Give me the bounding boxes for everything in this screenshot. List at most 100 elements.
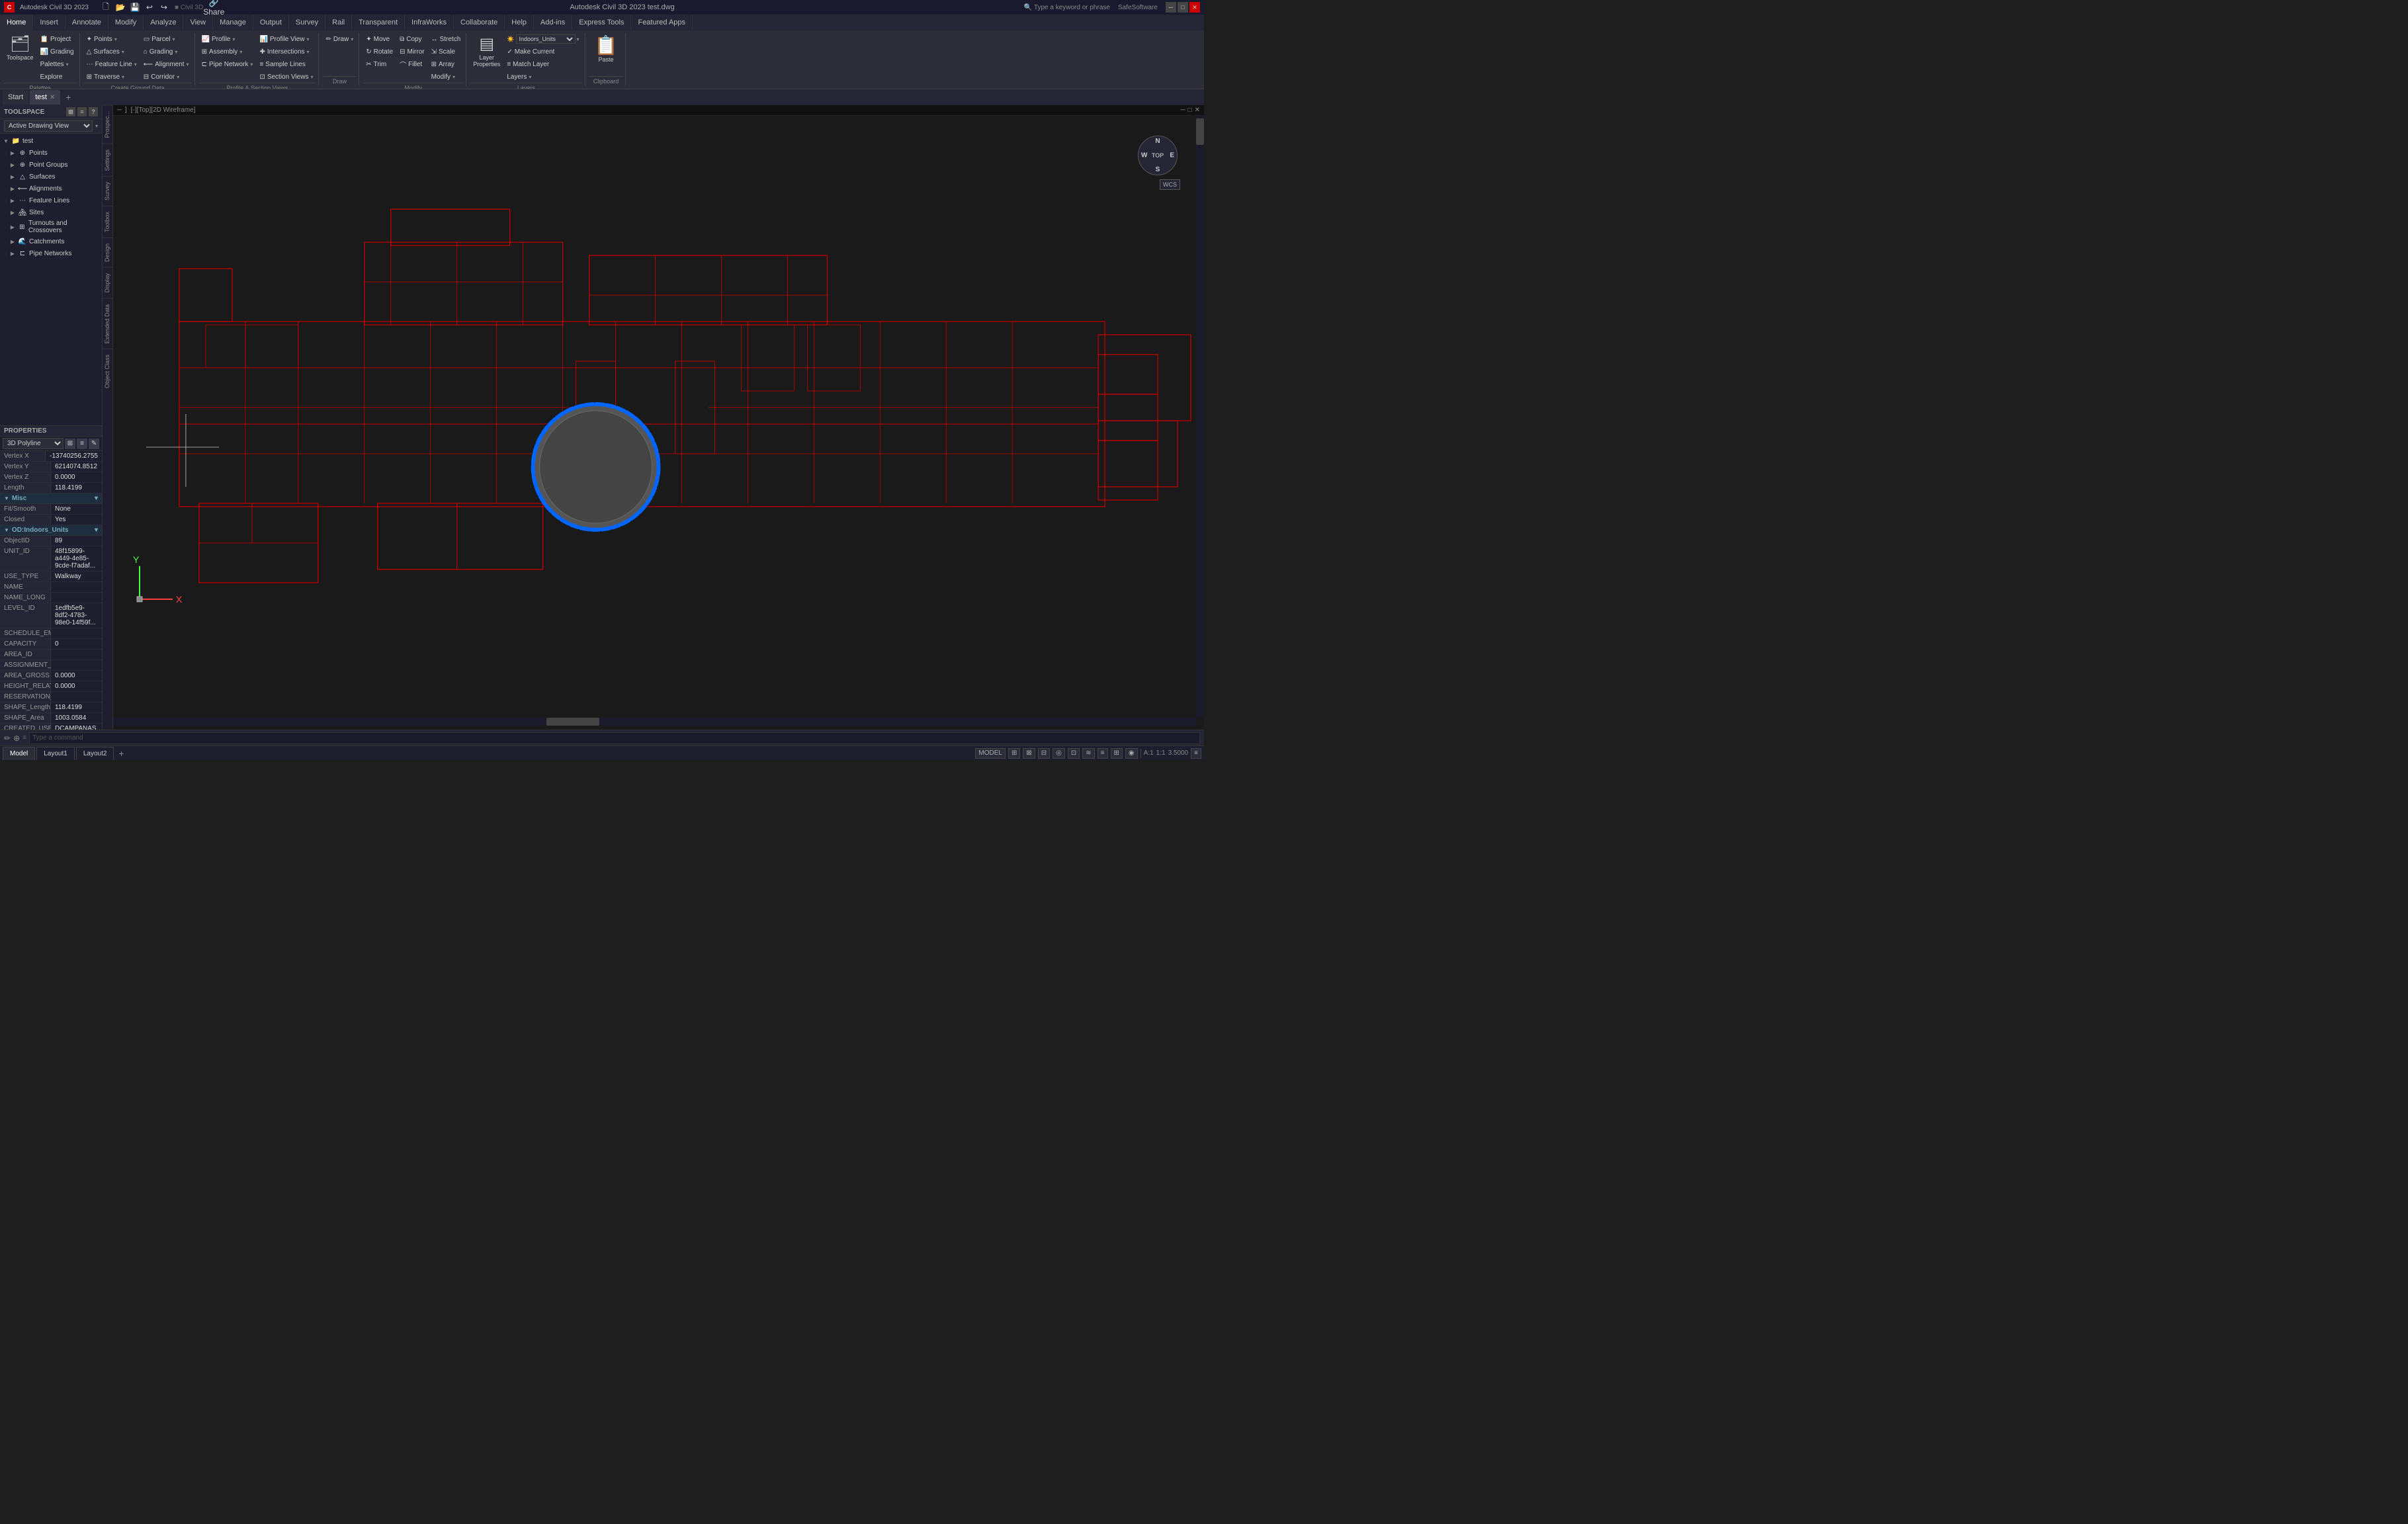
side-tab-survey[interactable]: Survey xyxy=(103,176,112,206)
viewport-scrollbar-h[interactable] xyxy=(113,718,1196,726)
tree-item-alignments[interactable]: ▶ ⟵ Alignments xyxy=(0,183,102,194)
prop-icon-btn3[interactable]: ✎ xyxy=(89,439,99,449)
od-expand-icon[interactable]: ▼ xyxy=(4,527,9,533)
tree-item-feature-lines[interactable]: ▶ ⋯ Feature Lines xyxy=(0,194,102,206)
close-btn[interactable]: ✕ xyxy=(1189,2,1200,13)
feature-lines-expand[interactable]: ▶ xyxy=(9,197,16,204)
corridor-btn[interactable]: ⊟ Corridor ▾ xyxy=(141,71,192,83)
feature-line-btn[interactable]: ⋯ Feature Line ▾ xyxy=(84,58,140,70)
doc-tab-start[interactable]: Start xyxy=(3,90,28,105)
alignments-expand[interactable]: ▶ xyxy=(9,185,16,192)
model-tab-layout1[interactable]: Layout1 xyxy=(36,747,75,760)
rotate-btn[interactable]: ↻ Rotate xyxy=(363,46,396,58)
side-tab-design[interactable]: Design xyxy=(103,237,112,267)
tab-transparent[interactable]: Transparent xyxy=(352,15,405,30)
copy-btn[interactable]: ⧉ Copy xyxy=(397,33,427,45)
surfaces-expand[interactable]: ▶ xyxy=(9,173,16,180)
undo-btn[interactable]: ↩ xyxy=(143,1,156,14)
prop-icon-btn2[interactable]: ≡ xyxy=(77,439,87,449)
new-btn[interactable]: 🗋 xyxy=(99,1,112,14)
status-isnap-btn[interactable]: ⊡ xyxy=(1068,748,1080,759)
turnouts-expand[interactable]: ▶ xyxy=(9,224,16,230)
side-tab-toolbox[interactable]: Toolbox xyxy=(103,206,112,237)
status-customize-btn[interactable]: ≡ xyxy=(1191,748,1201,759)
toolspace-icon2[interactable]: ≡ xyxy=(77,107,87,116)
tab-home[interactable]: Home xyxy=(0,15,33,30)
tree-item-surfaces[interactable]: ▶ △ Surfaces xyxy=(0,171,102,183)
surfaces-btn[interactable]: △ Surfaces ▾ xyxy=(84,46,140,58)
tree-item-pipe-networks[interactable]: ▶ ⊏ Pipe Networks xyxy=(0,247,102,259)
trim-btn[interactable]: ✂ Trim xyxy=(363,58,396,70)
tab-view[interactable]: View xyxy=(183,15,213,30)
points-expand[interactable]: ▶ xyxy=(9,149,16,156)
new-tab-btn[interactable]: + xyxy=(62,91,75,104)
status-qp-btn[interactable]: ◉ xyxy=(1125,748,1138,759)
root-expand-icon[interactable]: ▼ xyxy=(3,138,9,144)
make-current-btn[interactable]: ✓ Make Current xyxy=(504,46,581,58)
parcel-btn[interactable]: ▭ Parcel ▾ xyxy=(141,33,192,45)
tree-item-sites[interactable]: ▶ 🏘 Sites xyxy=(0,206,102,218)
grading-optimization-btn[interactable]: 📊 Grading xyxy=(38,46,77,58)
doc-tab-test[interactable]: test ✕ xyxy=(30,90,60,105)
misc-section-collapse[interactable]: ▾ xyxy=(95,495,98,502)
side-tab-display[interactable]: Display xyxy=(103,267,112,298)
side-tab-object-class[interactable]: Object Class xyxy=(103,349,112,394)
model-tab-model[interactable]: Model xyxy=(3,747,35,760)
prop-type-select[interactable]: 3D Polyline xyxy=(3,438,64,449)
share-btn[interactable]: 🔗 Share xyxy=(207,1,220,14)
misc-expand-icon[interactable]: ▼ xyxy=(4,495,9,501)
tab-analyze[interactable]: Analyze xyxy=(144,15,183,30)
layer-properties-btn[interactable]: ▤ LayerProperties xyxy=(470,33,503,71)
tab-modify[interactable]: Modify xyxy=(108,15,144,30)
assembly-btn[interactable]: ⊞ Assembly ▾ xyxy=(199,46,256,58)
sites-expand[interactable]: ▶ xyxy=(9,209,16,216)
intersections-btn[interactable]: ✚ Intersections ▾ xyxy=(257,46,316,58)
toolspace-btn[interactable]: 🗂 Toolspace xyxy=(4,33,36,71)
fillet-btn[interactable]: ⌒ Fillet xyxy=(397,58,427,70)
viewport-close-icon[interactable]: ✕ xyxy=(1195,106,1200,114)
side-tab-settings[interactable]: Settings xyxy=(103,144,112,177)
traverse-btn[interactable]: ⊞ Traverse ▾ xyxy=(84,71,140,83)
side-tab-extended-data[interactable]: Extended Data xyxy=(103,298,112,349)
status-ortho-btn[interactable]: ⊟ xyxy=(1038,748,1050,759)
tab-infraworks[interactable]: InfraWorks xyxy=(405,15,454,30)
side-tab-prospec[interactable]: Prospec... xyxy=(103,105,112,144)
command-input[interactable]: Type a command xyxy=(29,732,1200,744)
od-section-collapse[interactable]: ▾ xyxy=(95,527,98,534)
tab-survey[interactable]: Survey xyxy=(289,15,325,30)
viewport-scrollbar-v[interactable] xyxy=(1196,116,1204,718)
profile-view-btn[interactable]: 📊 Profile View ▾ xyxy=(257,33,316,45)
pipe-networks-expand[interactable]: ▶ xyxy=(9,250,16,257)
point-groups-expand[interactable]: ▶ xyxy=(9,161,16,168)
paste-btn[interactable]: 📋 Paste xyxy=(589,33,623,71)
alignment-btn[interactable]: ⟵ Alignment ▾ xyxy=(141,58,192,70)
minimize-btn[interactable]: ─ xyxy=(1166,2,1176,13)
tree-item-catchments[interactable]: ▶ 🌊 Catchments xyxy=(0,235,102,247)
explore-btn[interactable]: Explore xyxy=(38,71,77,83)
profile-btn[interactable]: 📈 Profile ▾ xyxy=(199,33,256,45)
tree-item-point-groups[interactable]: ▶ ⊕ Point Groups xyxy=(0,159,102,171)
h-scroll-thumb[interactable] xyxy=(546,718,599,726)
catchments-expand[interactable]: ▶ xyxy=(9,238,16,245)
tab-expresstools[interactable]: Express Tools xyxy=(572,15,631,30)
layers-dropdown-btn[interactable]: Layers ▾ xyxy=(504,71,581,83)
viewport-canvas[interactable]: X Y N S E W TOP WCS xyxy=(113,116,1204,726)
tab-rail[interactable]: Rail xyxy=(325,15,352,30)
sample-lines-btn[interactable]: ≡ Sample Lines xyxy=(257,58,316,70)
section-views-btn[interactable]: ⊡ Section Views ▾ xyxy=(257,71,316,83)
tab-collaborate[interactable]: Collaborate xyxy=(454,15,505,30)
match-layer-btn[interactable]: ≡ Match Layer xyxy=(504,58,581,70)
grading-btn[interactable]: ⌂ Grading ▾ xyxy=(141,46,192,58)
tab-insert[interactable]: Insert xyxy=(33,15,65,30)
drawing-view-select[interactable]: Active Drawing View xyxy=(4,120,93,132)
stretch-btn[interactable]: ↔ Stretch xyxy=(429,33,464,45)
tree-item-points[interactable]: ▶ ⊕ Points xyxy=(0,147,102,159)
move-btn[interactable]: ✦ Move xyxy=(363,33,396,45)
redo-btn[interactable]: ↪ xyxy=(157,1,171,14)
open-btn[interactable]: 📂 xyxy=(114,1,127,14)
tab-addins[interactable]: Add-ins xyxy=(534,15,572,30)
maximize-btn[interactable]: □ xyxy=(1178,2,1188,13)
palettes-dropdown-btn[interactable]: Palettes ▾ xyxy=(38,58,77,70)
tab-featuredapps[interactable]: Featured Apps xyxy=(631,15,693,30)
doc-tab-test-close[interactable]: ✕ xyxy=(50,94,55,101)
